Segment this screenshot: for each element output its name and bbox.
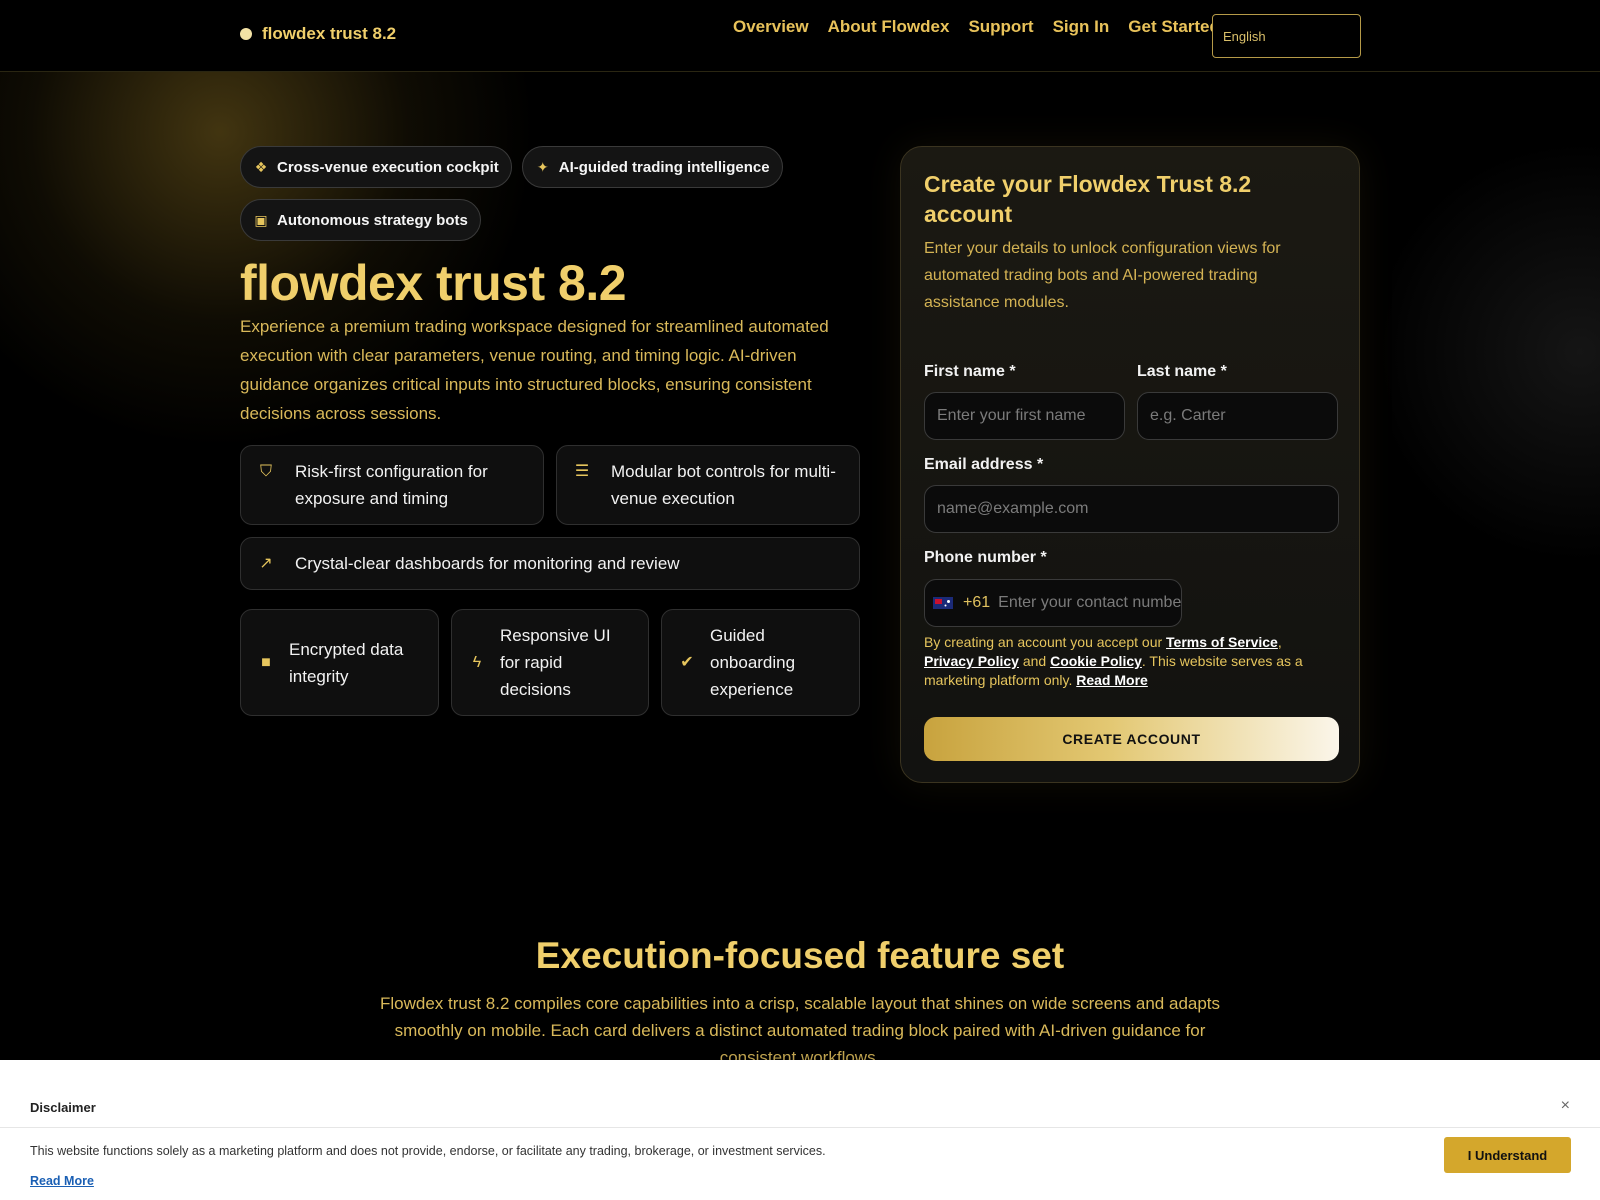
disclaimer-header: Disclaimer × bbox=[0, 1082, 1600, 1128]
disclaimer-title: Disclaimer bbox=[30, 1100, 96, 1115]
i-understand-button[interactable]: I Understand bbox=[1444, 1137, 1571, 1173]
brand-dot-icon bbox=[240, 28, 252, 40]
chip-strategy-bots: ▣ Autonomous strategy bots bbox=[240, 199, 481, 241]
magic-wand-icon: ✦ bbox=[536, 158, 549, 175]
close-icon[interactable]: × bbox=[1561, 1097, 1570, 1115]
nav-sign-in[interactable]: Sign In bbox=[1053, 16, 1110, 38]
form-title: Create your Flowdex Trust 8.2 account bbox=[924, 171, 1252, 227]
hero-chips: ❖ Cross-venue execution cockpit ✦ AI-gui… bbox=[240, 146, 860, 241]
hero-title: flowdex trust 8.2 bbox=[240, 255, 627, 311]
chip-execution-cockpit: ❖ Cross-venue execution cockpit bbox=[240, 146, 512, 188]
feature-text: Crystal-clear dashboards for monitoring … bbox=[295, 554, 680, 573]
feature-text: Risk-first configuration for exposure an… bbox=[295, 462, 488, 508]
feature-card-encryption: ■ Encrypted data integrity bbox=[240, 609, 439, 716]
phone-field[interactable]: +61 Enter your contact number bbox=[924, 579, 1182, 627]
last-name-field[interactable]: e.g. Carter bbox=[1137, 392, 1338, 440]
read-more-link[interactable]: Read More bbox=[1076, 672, 1148, 688]
brand-logo[interactable]: flowdex trust 8.2 bbox=[240, 24, 396, 44]
phone-label: Phone number * bbox=[924, 549, 1047, 566]
feature-card-risk: ⛉ Risk-first configuration for exposure … bbox=[240, 445, 544, 525]
nav-overview[interactable]: Overview bbox=[733, 16, 809, 38]
chip-label: Cross-venue execution cockpit bbox=[277, 158, 499, 176]
phone-placeholder: Enter your contact number bbox=[998, 594, 1182, 611]
brand-name: flowdex trust 8.2 bbox=[262, 24, 397, 43]
hero-description: Experience a premium trading workspace d… bbox=[240, 317, 829, 423]
nav-about[interactable]: About Flowdex bbox=[828, 16, 950, 38]
section-title: Execution-focused feature set bbox=[535, 935, 1065, 976]
dial-code: +61 bbox=[963, 594, 991, 611]
create-account-button[interactable]: CREATE ACCOUNT bbox=[924, 717, 1339, 761]
disclaimer-read-more-link[interactable]: Read More bbox=[30, 1174, 94, 1188]
nav-support[interactable]: Support bbox=[968, 16, 1033, 38]
terms-text: By creating an account you accept our Te… bbox=[924, 634, 1303, 688]
line-chart-icon: ↗ bbox=[259, 555, 273, 572]
signup-form-card: Create your Flowdex Trust 8.2 account En… bbox=[900, 146, 1360, 783]
feature-text: Encrypted data integrity bbox=[289, 639, 404, 686]
nav-get-started[interactable]: Get Started bbox=[1128, 16, 1220, 38]
sliders-icon: ☰ bbox=[574, 463, 590, 480]
feature-text: Responsive UI for rapid decisions bbox=[500, 626, 611, 699]
check-circle-icon: ✔ bbox=[680, 654, 694, 671]
feature-text: Modular bot controls for multi-venue exe… bbox=[611, 462, 836, 508]
australia-flag-icon[interactable] bbox=[933, 597, 953, 609]
shield-icon: ⛉ bbox=[259, 463, 272, 480]
language-select[interactable]: English bbox=[1212, 14, 1361, 58]
terms-of-service-link[interactable]: Terms of Service bbox=[1166, 634, 1278, 650]
bolt-icon: ϟ bbox=[472, 654, 482, 671]
terms-prefix: By creating an account you accept our bbox=[924, 634, 1167, 650]
form-subtitle: Enter your details to unlock configurati… bbox=[924, 240, 1281, 311]
main-nav: Overview About Flowdex Support Sign In G… bbox=[733, 16, 1220, 38]
disclaimer-banner: Disclaimer × This website functions sole… bbox=[0, 1060, 1600, 1200]
feature-card-bot-controls: ☰ Modular bot controls for multi-venue e… bbox=[556, 445, 860, 525]
terms-and: and bbox=[1018, 653, 1051, 669]
feature-card-dashboards: ↗ Crystal-clear dashboards for monitorin… bbox=[240, 537, 860, 590]
chip-ai-intelligence: ✦ AI-guided trading intelligence bbox=[521, 146, 783, 188]
feature-card-onboarding: ✔ Guided onboarding experience bbox=[661, 609, 860, 716]
chip-label: AI-guided trading intelligence bbox=[558, 158, 770, 176]
first-name-field[interactable]: Enter your first name bbox=[924, 392, 1125, 440]
email-field[interactable]: name@example.com bbox=[924, 485, 1339, 533]
first-name-label: First name * bbox=[924, 363, 1016, 380]
lock-icon: ■ bbox=[261, 654, 271, 671]
cubes-icon: ❖ bbox=[254, 158, 268, 175]
feature-card-responsive: ϟ Responsive UI for rapid decisions bbox=[451, 609, 649, 716]
chip-label: Autonomous strategy bots bbox=[277, 211, 468, 229]
site-header: flowdex trust 8.2 Overview About Flowdex… bbox=[0, 0, 1600, 72]
disclaimer-text: This website functions solely as a marke… bbox=[30, 1144, 826, 1158]
section-description: Flowdex trust 8.2 compiles core capabili… bbox=[379, 994, 1221, 1067]
robot-icon: ▣ bbox=[254, 211, 268, 228]
feature-text: Guided onboarding experience bbox=[710, 626, 796, 699]
privacy-policy-link[interactable]: Privacy Policy bbox=[924, 653, 1019, 669]
last-name-label: Last name * bbox=[1137, 363, 1227, 380]
email-label: Email address * bbox=[924, 456, 1044, 473]
cookie-policy-link[interactable]: Cookie Policy bbox=[1050, 653, 1142, 669]
